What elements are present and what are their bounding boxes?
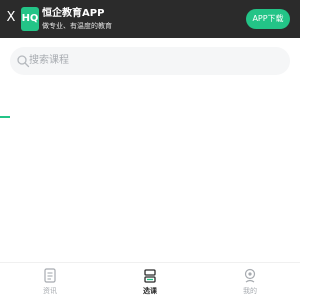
- nav-item-news[interactable]: 资讯: [20, 267, 80, 299]
- app-download-banner: X HQ 恒企教育APP 做专业、有温度的教育 APP下载: [0, 0, 300, 38]
- news-icon: [44, 268, 56, 283]
- bottom-navigation: 资讯 选课 我的: [0, 262, 300, 301]
- search-icon: [17, 55, 30, 68]
- course-icon: [144, 269, 156, 283]
- nav-label-profile: 我的: [243, 287, 257, 295]
- tab-active-indicator: [0, 116, 10, 118]
- app-name: 恒企教育APP: [42, 8, 105, 19]
- search-placeholder: 搜索课程: [29, 55, 69, 66]
- nav-item-courses[interactable]: 选课: [120, 267, 180, 299]
- search-input[interactable]: 搜索课程: [10, 47, 290, 75]
- nav-label-news: 资讯: [43, 287, 57, 295]
- app-slogan: 做专业、有温度的教育: [42, 22, 112, 30]
- nav-label-courses: 选课: [143, 287, 157, 295]
- nav-item-profile[interactable]: 我的: [220, 267, 280, 299]
- profile-icon: [244, 268, 256, 283]
- close-banner-button[interactable]: X: [4, 9, 18, 27]
- app-download-button[interactable]: APP下载: [246, 9, 290, 29]
- app-logo: HQ: [21, 7, 39, 31]
